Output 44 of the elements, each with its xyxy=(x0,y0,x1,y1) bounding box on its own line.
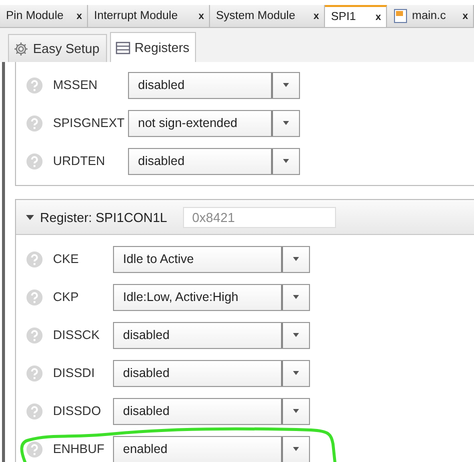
help-icon[interactable] xyxy=(26,364,43,382)
gear-icon xyxy=(13,40,29,56)
editor-tab[interactable]: main.c x xyxy=(387,5,474,27)
value-dropdown[interactable]: disabled xyxy=(128,72,300,98)
value-dropdown[interactable]: Idle:Low, Active:High xyxy=(113,284,310,310)
field-label: CKP xyxy=(53,290,80,304)
help-icon[interactable] xyxy=(26,288,43,306)
view-tab[interactable]: Easy Setup xyxy=(8,34,106,62)
help-icon[interactable] xyxy=(26,152,43,170)
editor-tab[interactable]: System Module x xyxy=(210,5,325,27)
value-dropdown[interactable]: disabled xyxy=(113,322,310,348)
file-icon xyxy=(393,8,409,24)
field-label: DISSCK xyxy=(53,328,101,342)
value-dropdown[interactable]: not sign-extended xyxy=(128,110,300,136)
value-dropdown[interactable]: disabled xyxy=(128,148,300,174)
value-dropdown[interactable]: enabled xyxy=(113,436,310,462)
close-icon[interactable]: x xyxy=(462,10,468,22)
list-icon xyxy=(114,40,130,56)
expand-icon[interactable] xyxy=(26,214,34,220)
editor-tab[interactable]: Pin Module x xyxy=(0,5,88,27)
close-icon[interactable]: x xyxy=(313,10,319,22)
editor-tab[interactable]: SPI1 x xyxy=(325,5,387,27)
help-icon[interactable] xyxy=(26,250,43,268)
editor-tab[interactable]: Interrupt Module x xyxy=(88,5,210,27)
help-icon[interactable] xyxy=(26,114,43,132)
field-label: MSSEN xyxy=(53,78,98,92)
field-label: URDTEN xyxy=(53,154,106,168)
field-label: CKE xyxy=(53,252,80,266)
value-dropdown[interactable]: disabled xyxy=(113,398,310,424)
help-icon[interactable] xyxy=(26,402,43,420)
help-icon[interactable] xyxy=(26,326,43,344)
field-label: ENHBUF xyxy=(53,442,106,456)
field-label: SPISGNEXT xyxy=(53,116,126,130)
value-dropdown[interactable]: Idle to Active xyxy=(113,246,310,272)
help-icon[interactable] xyxy=(26,76,43,94)
view-tab[interactable]: Registers xyxy=(110,32,196,62)
close-icon[interactable]: x xyxy=(375,12,381,22)
help-icon[interactable] xyxy=(26,440,43,458)
field-label: DISSDI xyxy=(53,366,96,380)
register-title: Register: SPI1CON1L xyxy=(40,210,168,224)
close-icon[interactable]: x xyxy=(198,10,204,22)
value-dropdown[interactable]: disabled xyxy=(113,360,310,386)
close-icon[interactable]: x xyxy=(76,10,82,22)
field-label: DISSDO xyxy=(53,404,102,418)
